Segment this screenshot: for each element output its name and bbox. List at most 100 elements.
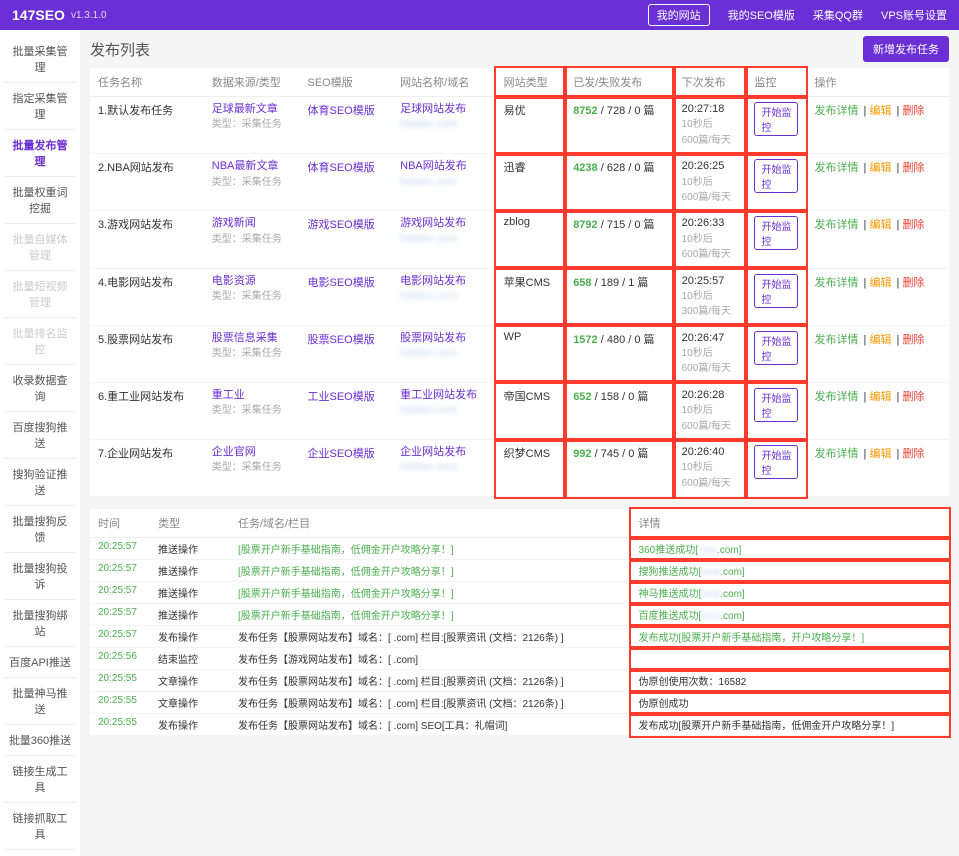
sidebar-item-15[interactable]: 批量360推送 — [4, 725, 76, 756]
op-detail[interactable]: 发布详情 — [814, 448, 858, 460]
source-link[interactable]: 电影资源 — [212, 275, 256, 287]
brand: 147SEO — [12, 7, 65, 23]
sidebar-item-9[interactable]: 搜狗验证推送 — [4, 459, 76, 506]
op-edit[interactable]: 编辑 — [869, 162, 891, 174]
table-row: 6.重工业网站发布重工业类型：采集任务工业SEO模版重工业网站发布hidden.… — [90, 382, 949, 439]
source-link[interactable]: 足球最新文章 — [212, 103, 278, 115]
table-row: 3.游戏网站发布游戏新闻类型：采集任务游戏SEO模版游戏网站发布hidden.c… — [90, 211, 949, 268]
cell-ops: 发布详情 | 编辑 | 删除 — [806, 440, 949, 497]
site-link[interactable]: NBA网站发布 — [400, 160, 467, 172]
sidebar-item-16[interactable]: 链接生成工具 — [4, 756, 76, 803]
op-detail[interactable]: 发布详情 — [814, 277, 858, 289]
monitor-button[interactable]: 开始监控 — [754, 216, 798, 250]
log-time: 20:25:57 — [90, 626, 150, 648]
monitor-button[interactable]: 开始监控 — [754, 331, 798, 365]
site-link[interactable]: 股票网站发布 — [400, 332, 466, 344]
table-row: 1.默认发布任务足球最新文章类型：采集任务体育SEO模版足球网站发布hidden… — [90, 97, 949, 154]
op-del[interactable]: 删除 — [902, 334, 924, 346]
op-del[interactable]: 删除 — [902, 391, 924, 403]
tpl-link[interactable]: 股票SEO模版 — [307, 334, 374, 346]
source-link[interactable]: 企业官网 — [212, 446, 256, 458]
site-link[interactable]: 重工业网站发布 — [400, 389, 477, 401]
cell-next: 20:25:5710秒后300篇/每天 — [674, 268, 747, 325]
tpl-link[interactable]: 体育SEO模版 — [307, 162, 374, 174]
log-type: 发布操作 — [150, 626, 230, 648]
op-del[interactable]: 删除 — [902, 105, 924, 117]
tpl-link[interactable]: 电影SEO模版 — [307, 277, 374, 289]
cell-source: 重工业类型：采集任务 — [204, 382, 300, 439]
site-link[interactable]: 电影网站发布 — [400, 275, 466, 287]
nav-0[interactable]: 我的网站 — [648, 4, 710, 26]
sidebar-item-10[interactable]: 批量搜狗反馈 — [4, 506, 76, 553]
op-del[interactable]: 删除 — [902, 277, 924, 289]
col-3: 网站名称/域名 — [392, 68, 496, 97]
op-edit[interactable]: 编辑 — [869, 334, 891, 346]
op-detail[interactable]: 发布详情 — [814, 162, 858, 174]
nav-1[interactable]: 我的SEO模版 — [728, 7, 795, 23]
cell-name: 1.默认发布任务 — [90, 97, 204, 154]
op-detail[interactable]: 发布详情 — [814, 334, 858, 346]
sidebar-item-8[interactable]: 百度搜狗推送 — [4, 412, 76, 459]
table-row: 2.NBA网站发布NBA最新文章类型：采集任务体育SEO模版NBA网站发布hid… — [90, 154, 949, 211]
top-nav: 我的网站 我的SEO模版 采集QQ群 VPS账号设置 — [648, 4, 947, 26]
log-type: 结束监控 — [150, 648, 230, 670]
monitor-button[interactable]: 开始监控 — [754, 445, 798, 479]
log-task: 发布任务【股票网站发布】域名：[ .com] 栏目:[股票资讯 (文档：2126… — [230, 692, 631, 714]
source-link[interactable]: NBA最新文章 — [212, 160, 279, 172]
site-link[interactable]: 游戏网站发布 — [400, 217, 466, 229]
op-edit[interactable]: 编辑 — [869, 448, 891, 460]
monitor-button[interactable]: 开始监控 — [754, 388, 798, 422]
tpl-link[interactable]: 企业SEO模版 — [307, 448, 374, 460]
op-detail[interactable]: 发布详情 — [814, 391, 858, 403]
log-row: 20:25:55发布操作发布任务【股票网站发布】域名：[ .com] SEO[工… — [90, 714, 949, 736]
op-detail[interactable]: 发布详情 — [814, 219, 858, 231]
op-del[interactable]: 删除 — [902, 162, 924, 174]
cell-monitor: 开始监控 — [746, 154, 806, 211]
op-edit[interactable]: 编辑 — [869, 219, 891, 231]
cell-tpl: 工业SEO模版 — [299, 382, 392, 439]
log-detail: 发布成功[股票开户新手基础指南，低佣金开户攻略分享！] — [631, 714, 949, 736]
log-detail: 伪原创使用次数：16582 — [631, 670, 949, 692]
op-edit[interactable]: 编辑 — [869, 277, 891, 289]
sidebar-item-17[interactable]: 链接抓取工具 — [4, 803, 76, 850]
monitor-button[interactable]: 开始监控 — [754, 274, 798, 308]
log-col-3 — [569, 509, 631, 538]
monitor-button[interactable]: 开始监控 — [754, 102, 798, 136]
cell-stats: 992 / 745 / 0 篇 — [565, 440, 673, 497]
sidebar-item-3[interactable]: 批量权重词挖掘 — [4, 177, 76, 224]
op-del[interactable]: 删除 — [902, 448, 924, 460]
source-link[interactable]: 游戏新闻 — [212, 217, 256, 229]
source-link[interactable]: 股票信息采集 — [212, 332, 278, 344]
nav-2[interactable]: 采集QQ群 — [813, 7, 863, 23]
op-detail[interactable]: 发布详情 — [814, 105, 858, 117]
sidebar-item-2[interactable]: 批量发布管理 — [4, 130, 76, 177]
log-col-4: 详情 — [631, 509, 949, 538]
cell-monitor: 开始监控 — [746, 382, 806, 439]
sidebar-item-7[interactable]: 收录数据查询 — [4, 365, 76, 412]
sidebar-item-0[interactable]: 批量采集管理 — [4, 36, 76, 83]
sidebar-item-14[interactable]: 批量神马推送 — [4, 678, 76, 725]
cell-stats: 652 / 158 / 0 篇 — [565, 382, 673, 439]
tpl-link[interactable]: 游戏SEO模版 — [307, 219, 374, 231]
tpl-link[interactable]: 体育SEO模版 — [307, 105, 374, 117]
site-link[interactable]: 企业网站发布 — [400, 446, 466, 458]
source-link[interactable]: 重工业 — [212, 389, 245, 401]
tpl-link[interactable]: 工业SEO模版 — [307, 391, 374, 403]
op-edit[interactable]: 编辑 — [869, 391, 891, 403]
sidebar-item-11[interactable]: 批量搜狗投诉 — [4, 553, 76, 600]
sidebar-item-13[interactable]: 百度API推送 — [4, 647, 76, 678]
site-link[interactable]: 足球网站发布 — [400, 103, 466, 115]
add-task-button[interactable]: 新增发布任务 — [863, 36, 949, 62]
log-task: 发布任务【股票网站发布】域名：[ .com] 栏目:[股票资讯 (文档：2126… — [230, 670, 631, 692]
log-type: 文章操作 — [150, 692, 230, 714]
cell-stats: 8752 / 728 / 0 篇 — [565, 97, 673, 154]
nav-3[interactable]: VPS账号设置 — [881, 7, 947, 23]
op-edit[interactable]: 编辑 — [869, 105, 891, 117]
op-del[interactable]: 删除 — [902, 219, 924, 231]
monitor-button[interactable]: 开始监控 — [754, 159, 798, 193]
sidebar-item-1[interactable]: 指定采集管理 — [4, 83, 76, 130]
log-time: 20:25:57 — [90, 604, 150, 626]
cell-name: 3.游戏网站发布 — [90, 211, 204, 268]
log-task: 发布任务【游戏网站发布】域名：[ .com] — [230, 648, 631, 670]
sidebar-item-12[interactable]: 批量搜狗绑站 — [4, 600, 76, 647]
